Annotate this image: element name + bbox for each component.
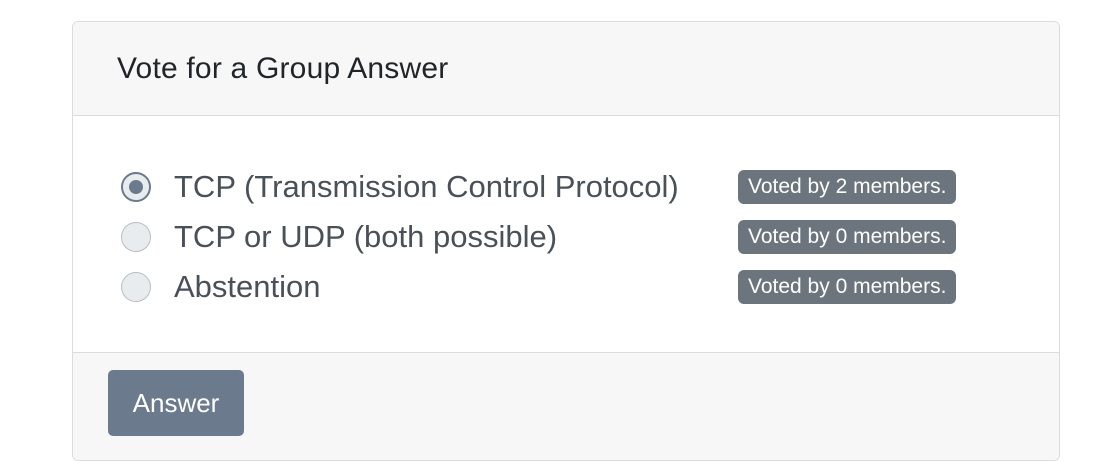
card-title: Vote for a Group Answer [117, 51, 449, 85]
vote-card: Vote for a Group Answer TCP (Transmissio… [72, 21, 1060, 461]
vote-count-badge: Voted by 0 members. [738, 220, 957, 254]
card-body: TCP (Transmission Control Protocol) Vote… [73, 116, 1059, 352]
vote-count-badge: Voted by 0 members. [738, 270, 957, 304]
vote-option[interactable]: Abstention Voted by 0 members. [73, 262, 1059, 312]
option-label[interactable]: TCP (Transmission Control Protocol) [174, 169, 679, 205]
radio-button[interactable] [121, 222, 151, 252]
option-label[interactable]: TCP or UDP (both possible) [174, 219, 557, 255]
option-label[interactable]: Abstention [174, 269, 321, 305]
radio-button[interactable] [121, 272, 151, 302]
answer-button[interactable]: Answer [108, 370, 244, 436]
radio-dot-icon [129, 180, 143, 194]
vote-count-badge: Voted by 2 members. [738, 170, 957, 204]
card-header: Vote for a Group Answer [73, 22, 1059, 116]
radio-button-selected[interactable] [121, 172, 151, 202]
vote-option[interactable]: TCP (Transmission Control Protocol) Vote… [73, 162, 1059, 212]
card-footer: Answer [73, 352, 1059, 460]
vote-option[interactable]: TCP or UDP (both possible) Voted by 0 me… [73, 212, 1059, 262]
